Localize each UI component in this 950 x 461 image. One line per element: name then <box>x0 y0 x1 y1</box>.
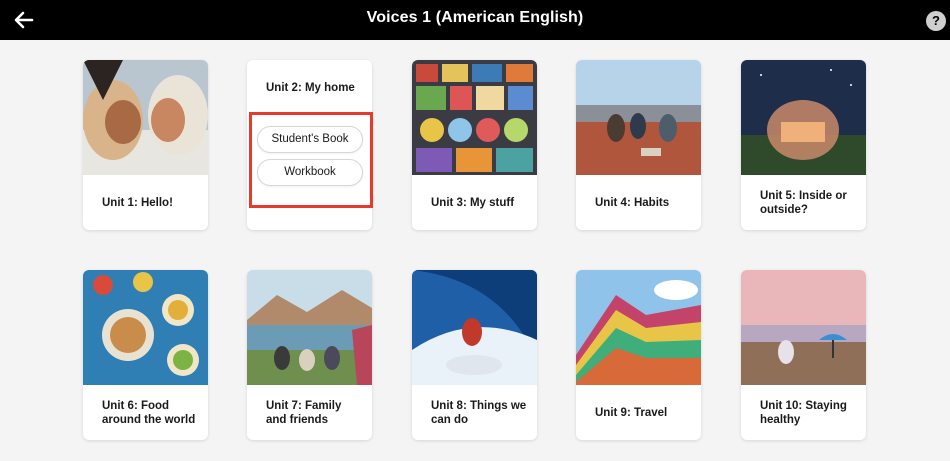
unit-card-4[interactable]: Unit 4: Habits <box>576 60 701 230</box>
unit-label: Unit 8: Things we can do <box>431 399 527 426</box>
unit-card-3[interactable]: Unit 3: My stuff <box>412 60 537 230</box>
unit-label: Unit 1: Hello! <box>102 196 173 209</box>
unit-9-image <box>576 270 701 385</box>
unit-label: Unit 6: Food around the world <box>102 399 196 426</box>
unit-1-image <box>83 60 208 175</box>
unit-label: Unit 2: My home <box>266 82 355 94</box>
unit-label: Unit 9: Travel <box>595 406 668 419</box>
unit-card-1[interactable]: Unit 1: Hello! <box>83 60 208 230</box>
unit-4-image <box>576 60 701 175</box>
unit-card-10[interactable]: Unit 10: Staying healthy <box>741 270 866 440</box>
unit-6-image <box>83 270 208 385</box>
unit-10-image <box>741 270 866 385</box>
unit-card-5[interactable]: Unit 5: Inside or outside? <box>741 60 866 230</box>
unit-label: Unit 4: Habits <box>595 196 670 209</box>
workbook-button[interactable]: Workbook <box>257 159 363 186</box>
unit-5-image <box>741 60 866 175</box>
unit-card-7[interactable]: Unit 7: Family and friends <box>247 270 372 440</box>
unit-card-8[interactable]: Unit 8: Things we can do <box>412 270 537 440</box>
students-book-button[interactable]: Student's Book <box>257 126 363 153</box>
page-title: Voices 1 (American English) <box>366 9 584 26</box>
unit-label: Unit 10: Staying healthy <box>760 399 847 426</box>
unit-3-image <box>412 60 537 175</box>
top-bar: Voices 1 (American English) ? <box>0 0 950 40</box>
unit-8-image <box>412 270 537 385</box>
unit-label: Unit 3: My stuff <box>431 196 515 209</box>
unit-7-image <box>247 270 372 385</box>
unit-label: Unit 5: Inside or outside? <box>760 189 847 216</box>
unit-card-6[interactable]: Unit 6: Food around the world <box>83 270 208 440</box>
unit-card-9[interactable]: Unit 9: Travel <box>576 270 701 440</box>
unit-label: Unit 7: Family and friends <box>266 399 342 426</box>
help-button[interactable]: ? <box>926 11 946 31</box>
